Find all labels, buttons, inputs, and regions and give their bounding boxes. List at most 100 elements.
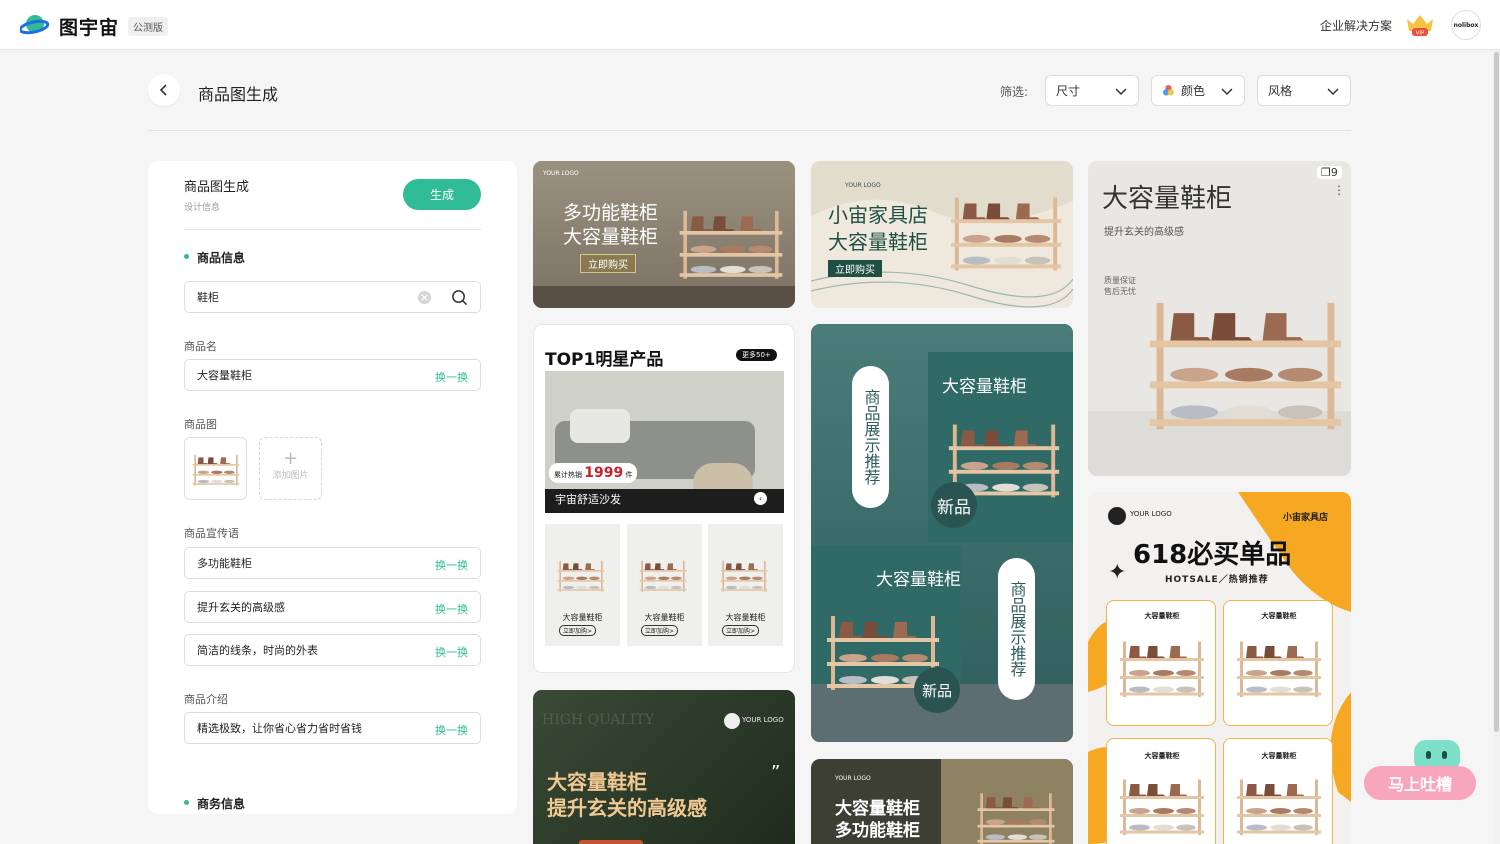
template-card-8[interactable]: YOUR LOGO 大容量鞋柜 多功能鞋柜 bbox=[811, 759, 1073, 844]
shoe-rack-image bbox=[1117, 767, 1207, 843]
page-count: 9 bbox=[1330, 166, 1338, 179]
swap-button[interactable]: 换一换 bbox=[435, 722, 468, 738]
card-title: 618必买单品 bbox=[1133, 540, 1292, 570]
card-subtitle: HOTSALE／热销推荐 bbox=[1165, 575, 1269, 585]
new-badge: 新品 bbox=[931, 482, 977, 528]
tile-name: 大容量鞋柜 bbox=[1144, 752, 1180, 760]
add-cart-button[interactable]: 立即加购> bbox=[559, 625, 597, 636]
product-tile[interactable]: 大容量鞋柜 立即加购> bbox=[627, 524, 702, 646]
color-dropdown[interactable]: 颜色 bbox=[1151, 75, 1245, 106]
slogan-field-3[interactable]: 简洁的线条，时尚的外表 换一换 bbox=[184, 634, 481, 666]
logo-text: YOUR LOGO bbox=[835, 775, 871, 782]
template-card-7[interactable]: HIGH QUALITY YOUR LOGO ” 大容量鞋柜 提升玄关的高级感 bbox=[533, 690, 795, 844]
template-card-4[interactable]: TOP1明星产品 更多50+ 累计热销 1999 件 宇宙舒适沙发 ‹ 大容量鞋… bbox=[533, 324, 795, 673]
product-tile[interactable]: 大容量鞋柜 bbox=[1106, 600, 1216, 726]
panel-subtitle: 设计信息 bbox=[184, 203, 221, 213]
chevron-down-icon bbox=[1327, 88, 1339, 96]
vertical-label: 商品展示推荐 bbox=[852, 366, 889, 508]
card-line-2: 提升玄关的高级感 bbox=[547, 796, 707, 820]
arrow-icon[interactable]: ‹ bbox=[754, 492, 767, 505]
section-business-info: 商务信息 bbox=[184, 795, 245, 812]
search-input-value: 鞋柜 bbox=[197, 291, 219, 304]
swap-button[interactable]: 换一换 bbox=[435, 644, 468, 660]
template-card-6[interactable]: YOUR LOGO 小宙家具店 618必买单品 HOTSALE／热销推荐 ✦ 大… bbox=[1088, 492, 1351, 844]
shoe-rack-image bbox=[638, 552, 688, 598]
tile-name: 大容量鞋柜 bbox=[1144, 612, 1180, 620]
card-line-1: 多功能鞋柜 bbox=[563, 202, 659, 224]
plus-icon: + bbox=[282, 448, 299, 469]
logo-icon bbox=[1108, 507, 1126, 525]
product-image-thumbnail[interactable] bbox=[184, 437, 247, 500]
card-line-2: 大容量鞋柜 bbox=[828, 230, 928, 254]
swap-button[interactable]: 换一换 bbox=[435, 601, 468, 617]
template-card-5[interactable]: 商品展示推荐 商品展示推荐 大容量鞋柜 大容量鞋柜 新品 新品 bbox=[811, 324, 1073, 742]
back-button[interactable] bbox=[148, 74, 180, 106]
template-card-1[interactable]: YOUR LOGO 多功能鞋柜 大容量鞋柜 立即购买 bbox=[533, 161, 795, 308]
shoe-rack-image bbox=[1117, 629, 1207, 705]
card-line-1: 大容量鞋柜 bbox=[547, 770, 647, 794]
product-name: 宇宙舒适沙发 bbox=[555, 493, 621, 506]
product-image-label: 商品图 bbox=[184, 418, 217, 431]
shoe-rack-image bbox=[1143, 281, 1348, 441]
page-count-badge[interactable]: ❐9 bbox=[1317, 166, 1342, 179]
add-image-label: 添加图片 bbox=[272, 471, 309, 481]
buy-now-button[interactable]: 立即购买 bbox=[828, 260, 882, 277]
generate-button[interactable]: 生成 bbox=[403, 179, 481, 210]
logo-text: YOUR LOGO bbox=[742, 716, 784, 724]
enterprise-link[interactable]: 企业解决方案 bbox=[1320, 17, 1392, 34]
swap-button[interactable]: 换一换 bbox=[435, 557, 468, 573]
feedback-button[interactable]: 马上吐槽 bbox=[1364, 740, 1476, 800]
card-subtitle: 提升玄关的高级感 bbox=[1104, 227, 1184, 238]
slogan-value: 提升玄关的高级感 bbox=[197, 601, 285, 614]
cta-bar bbox=[579, 840, 643, 844]
more-icon[interactable]: ⋮ bbox=[1333, 183, 1345, 197]
template-card-2[interactable]: YOUR LOGO 小宙家具店 大容量鞋柜 立即购买 bbox=[811, 161, 1073, 308]
beta-badge: 公测版 bbox=[128, 17, 168, 36]
buy-now-button[interactable]: 立即购买 bbox=[580, 254, 636, 273]
product-tile[interactable]: 大容量鞋柜 bbox=[1106, 738, 1216, 844]
clear-icon[interactable] bbox=[417, 290, 432, 305]
product-tile[interactable]: 大容量鞋柜 立即加购> bbox=[708, 524, 783, 646]
shoe-rack-image bbox=[676, 199, 786, 285]
card-line-2: 大容量鞋柜 bbox=[563, 226, 659, 248]
panel-title: 商品图生成 bbox=[184, 180, 250, 195]
product-search-input[interactable]: 鞋柜 bbox=[184, 281, 481, 313]
chevron-left-icon bbox=[159, 84, 167, 96]
top-bar: 图宇宙 公测版 企业解决方案 VIP nolibox bbox=[0, 0, 1500, 50]
product-name-field[interactable]: 大容量鞋柜 换一换 bbox=[184, 359, 481, 391]
logo-text: YOUR LOGO bbox=[1130, 510, 1172, 518]
app-name[interactable]: 图宇宙 bbox=[59, 13, 119, 40]
style-dropdown[interactable]: 风格 bbox=[1257, 75, 1351, 106]
quote-icon: ” bbox=[771, 762, 781, 783]
logo-icon bbox=[724, 713, 740, 729]
swap-button[interactable]: 换一换 bbox=[435, 369, 468, 385]
more-badge[interactable]: 更多50+ bbox=[736, 349, 777, 361]
avatar[interactable]: nolibox bbox=[1451, 10, 1481, 40]
slogan-field-1[interactable]: 多功能鞋柜 换一换 bbox=[184, 547, 481, 579]
scrollbar-thumb[interactable] bbox=[1494, 52, 1499, 732]
template-card-3[interactable]: 大容量鞋柜 提升玄关的高级感 质量保证 售后无忧 ❐9 ⋮ bbox=[1088, 161, 1351, 476]
sales-label: 累计热销 bbox=[554, 471, 582, 479]
card-title: 大容量鞋柜 bbox=[876, 570, 961, 590]
planet-logo-icon[interactable] bbox=[20, 12, 50, 38]
page-title: 商品图生成 bbox=[198, 85, 279, 104]
slogan-label: 商品宣传语 bbox=[184, 527, 239, 540]
product-tile[interactable]: 大容量鞋柜 bbox=[1223, 738, 1333, 844]
add-cart-button[interactable]: 立即加购> bbox=[722, 625, 760, 636]
slogan-field-2[interactable]: 提升玄关的高级感 换一换 bbox=[184, 591, 481, 623]
search-icon[interactable] bbox=[451, 289, 468, 306]
card-title: 大容量鞋柜 bbox=[942, 377, 1027, 397]
add-image-button[interactable]: + 添加图片 bbox=[259, 437, 322, 500]
size-dropdown[interactable]: 尺寸 bbox=[1045, 75, 1139, 106]
add-cart-button[interactable]: 立即加购> bbox=[641, 625, 679, 636]
card-line-1: 小宙家具店 bbox=[828, 203, 928, 227]
product-tile[interactable]: 大容量鞋柜 bbox=[1223, 600, 1333, 726]
chevron-down-icon bbox=[1115, 88, 1127, 96]
intro-field[interactable]: 精选极致，让你省心省力省时省钱 换一换 bbox=[184, 712, 481, 744]
color-dropdown-label: 颜色 bbox=[1181, 84, 1206, 98]
vip-crown-icon[interactable]: VIP bbox=[1405, 13, 1435, 37]
new-badge: 新品 bbox=[914, 667, 960, 713]
product-tile[interactable]: 大容量鞋柜 立即加购> bbox=[545, 524, 620, 646]
size-dropdown-label: 尺寸 bbox=[1056, 84, 1081, 98]
card-title: TOP1明星产品 bbox=[545, 350, 664, 370]
